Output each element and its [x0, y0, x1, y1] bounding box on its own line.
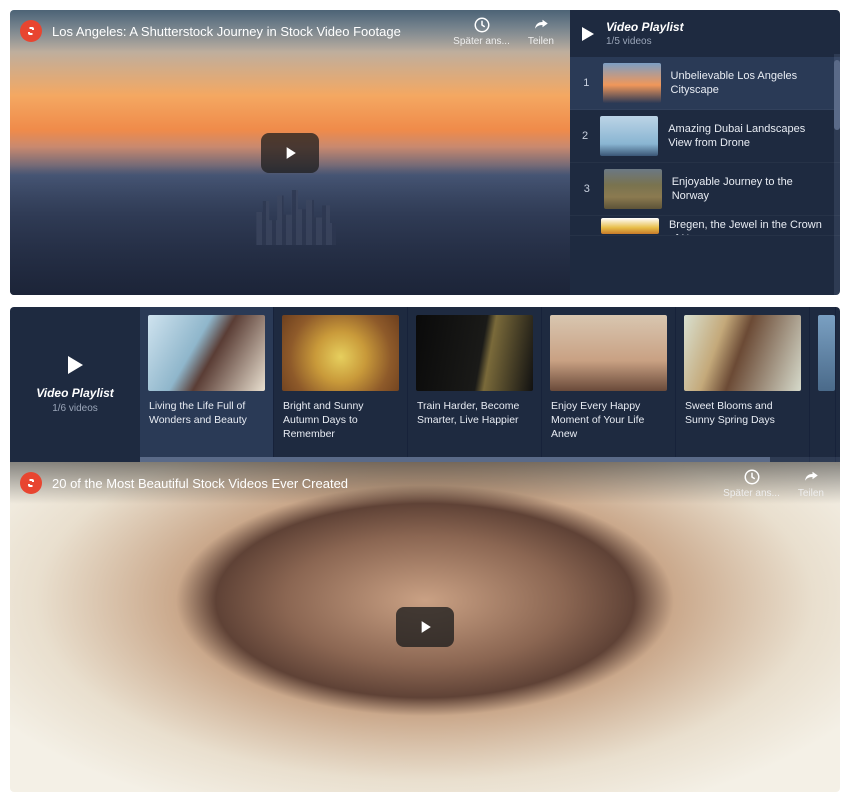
playlist-card-thumbnail — [148, 315, 265, 391]
playlist-card[interactable]: Sweet Blooms and Sunny Spring Days — [676, 307, 810, 462]
playlist-item-thumbnail — [600, 116, 658, 156]
playlist-sidebar: Video Playlist 1/5 videos 1 Unbelievable … — [570, 10, 840, 295]
video-area[interactable]: Los Angeles: A Shutterstock Journey in S… — [10, 10, 570, 295]
play-icon — [68, 356, 83, 374]
playlist-card[interactable]: Enjoy Every Happy Moment of Your Life An… — [542, 307, 676, 462]
share-label: Teilen — [798, 488, 824, 499]
playlist-header[interactable]: Video Playlist 1/5 videos — [570, 10, 840, 57]
playlist-item-label: Amazing Dubai Landscapes View from Drone — [668, 122, 830, 151]
playlist-list[interactable]: 1 Unbelievable Los Angeles Cityscape 2 Amaz… — [570, 57, 840, 295]
playlist-item-thumbnail — [603, 63, 661, 103]
clock-icon — [473, 16, 491, 34]
playlist-card-label: Enjoy Every Happy Moment of Your Life An… — [542, 391, 675, 450]
playlist-card-label: Living the Life Full of Wonders and Beau… — [140, 391, 273, 435]
video-top-actions: Später ans... Teilen — [447, 16, 560, 47]
playlist-count: 1/5 videos — [606, 36, 684, 47]
clock-icon — [743, 468, 761, 486]
share-icon — [802, 468, 820, 486]
play-icon — [280, 143, 300, 163]
shutterstock-icon — [25, 25, 37, 37]
playlist-card[interactable]: Bright and Sunny Autumn Days to Remember — [274, 307, 408, 462]
playlist-card-label: Sweet Blooms and Sunny Spring Days — [676, 391, 809, 435]
play-button[interactable] — [396, 607, 454, 647]
playlist-item[interactable]: Bregen, the Jewel in the Crown of Norway — [570, 216, 840, 236]
video-top-bar: Los Angeles: A Shutterstock Journey in S… — [10, 10, 570, 52]
watch-later-button[interactable]: Später ans... — [447, 16, 516, 47]
shutterstock-icon — [25, 477, 37, 489]
playlist-title: Video Playlist — [606, 20, 684, 34]
play-button[interactable] — [261, 133, 319, 173]
cityscape-illustration — [10, 165, 570, 295]
playlist-card[interactable]: Living the Life Full of Wonders and Beau… — [140, 307, 274, 462]
video-top-actions: Später ans... Teilen — [717, 468, 830, 499]
watch-later-label: Später ans... — [453, 36, 510, 47]
playlist-item-label: Bregen, the Jewel in the Crown of Norway — [669, 218, 830, 236]
video-title[interactable]: 20 of the Most Beautiful Stock Videos Ev… — [52, 476, 717, 491]
video-top-bar: 20 of the Most Beautiful Stock Videos Ev… — [10, 462, 840, 504]
playlist-card-thumbnail — [282, 315, 399, 391]
share-icon — [532, 16, 550, 34]
playlist-count: 1/6 videos — [52, 403, 98, 414]
playlist-item-index: 1 — [580, 77, 593, 89]
playlist-header[interactable]: Video Playlist 1/6 videos — [10, 307, 140, 462]
scrollbar-thumb[interactable] — [834, 60, 840, 130]
playlist-card-thumbnail — [416, 315, 533, 391]
video-title[interactable]: Los Angeles: A Shutterstock Journey in S… — [52, 24, 447, 39]
playlist-item-index: 3 — [580, 183, 594, 195]
playlist-card-label: Train Harder, Become Smarter, Live Happi… — [408, 391, 541, 435]
playlist-card-label: Bright and Sunny Autumn Days to Remember — [274, 391, 407, 450]
playlist-card-thumbnail — [550, 315, 667, 391]
share-button[interactable]: Teilen — [792, 468, 830, 499]
player-block-2: Video Playlist 1/6 videos Living the Lif… — [10, 307, 840, 792]
playlist-item-label: Unbelievable Los Angeles Cityscape — [671, 69, 830, 98]
watch-later-button[interactable]: Später ans... — [717, 468, 786, 499]
playlist-item-thumbnail — [601, 218, 659, 234]
playlist-title: Video Playlist — [36, 386, 114, 400]
playlist-card[interactable] — [810, 307, 836, 462]
playlist-item[interactable]: 3 Enjoyable Journey to the Norway — [570, 163, 840, 216]
playlist-card[interactable]: Train Harder, Become Smarter, Live Happi… — [408, 307, 542, 462]
playlist-item[interactable]: 2 Amazing Dubai Landscapes View from Dron… — [570, 110, 840, 163]
playlist-horizontal: Video Playlist 1/6 videos Living the Lif… — [10, 307, 840, 462]
player-block-1: Los Angeles: A Shutterstock Journey in S… — [10, 10, 840, 295]
channel-logo[interactable] — [20, 20, 42, 42]
playlist-item-thumbnail — [604, 169, 662, 209]
playlist-items[interactable]: Living the Life Full of Wonders and Beau… — [140, 307, 840, 462]
playlist-item-label: Enjoyable Journey to the Norway — [672, 175, 830, 204]
video-area[interactable]: 20 of the Most Beautiful Stock Videos Ev… — [10, 462, 840, 792]
play-icon — [582, 27, 594, 41]
share-button[interactable]: Teilen — [522, 16, 560, 47]
channel-logo[interactable] — [20, 472, 42, 494]
playlist-card-thumbnail — [818, 315, 835, 391]
playlist-item[interactable]: 1 Unbelievable Los Angeles Cityscape — [570, 57, 840, 110]
play-icon — [415, 617, 435, 637]
share-label: Teilen — [528, 36, 554, 47]
watch-later-label: Später ans... — [723, 488, 780, 499]
playlist-item-index: 2 — [580, 130, 590, 142]
playlist-card-thumbnail — [684, 315, 801, 391]
